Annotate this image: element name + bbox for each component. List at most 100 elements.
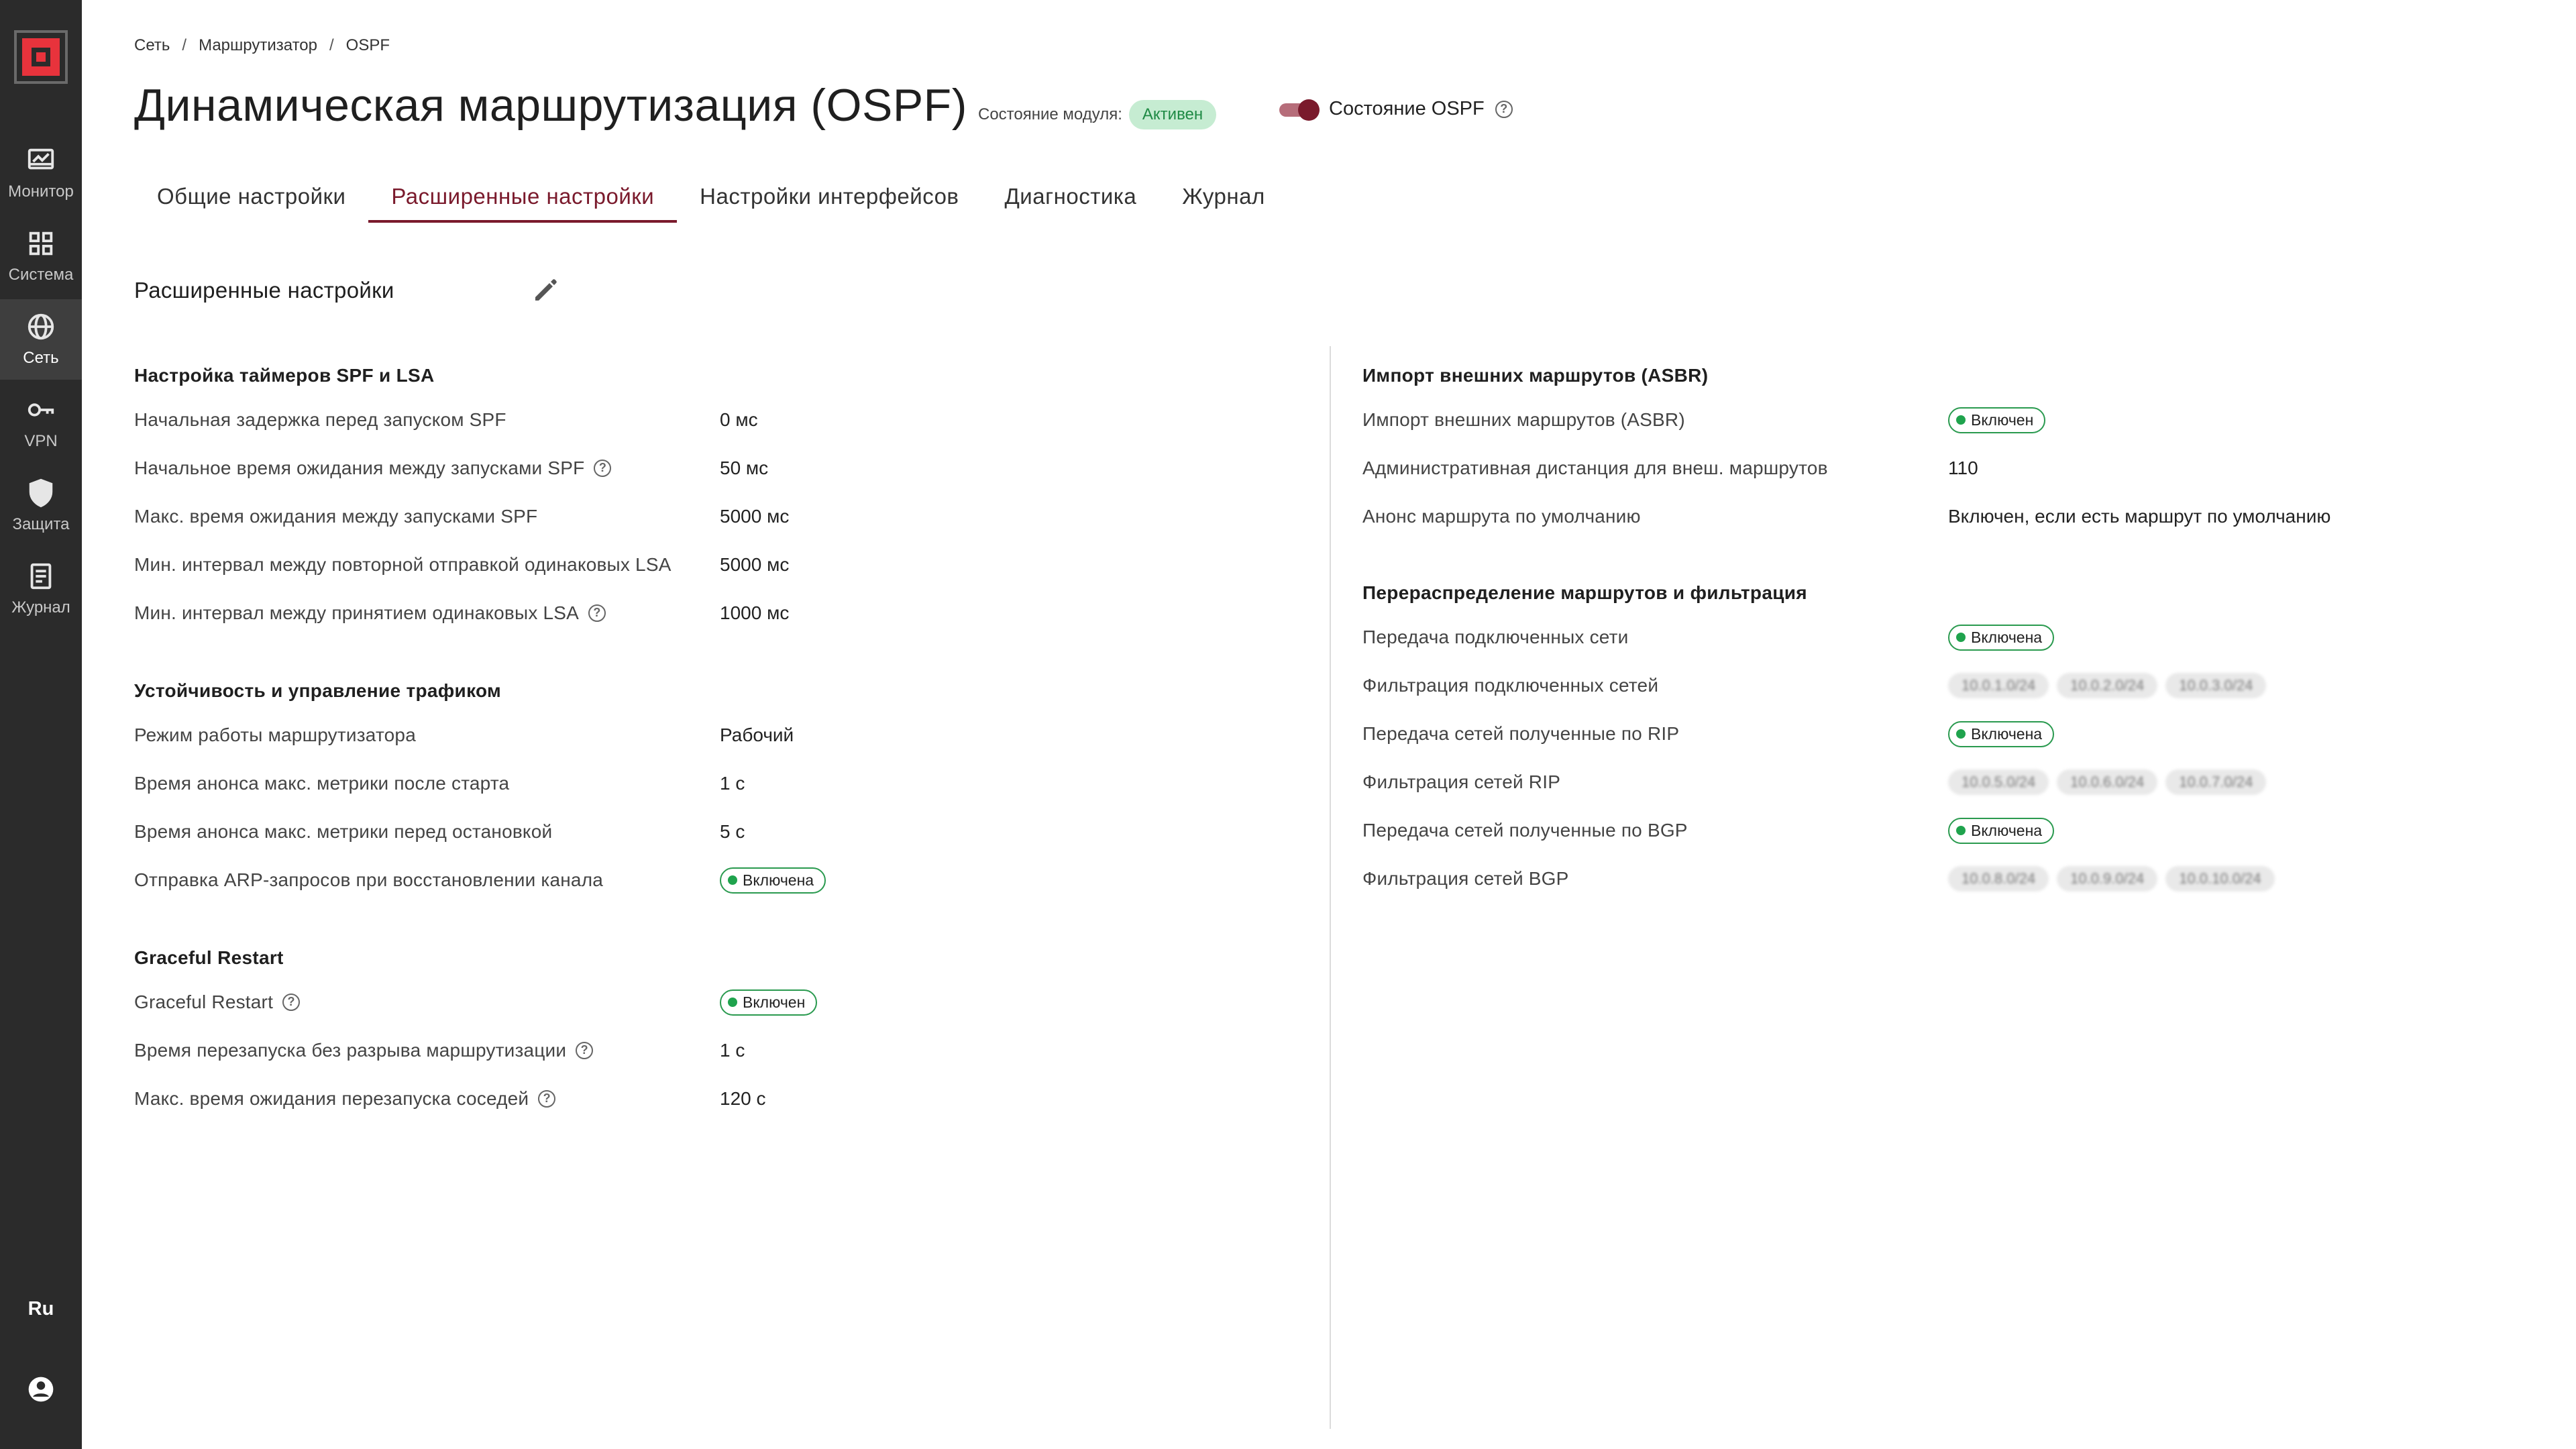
- user-icon: [28, 1377, 54, 1402]
- right-column: Импорт внешних маршрутов (ASBR) Импорт в…: [1362, 356, 2503, 903]
- status-dot-icon: [1956, 729, 1966, 739]
- theme-toggle-button[interactable]: [0, 1233, 82, 1267]
- sidebar-item-journal[interactable]: Журнал: [0, 549, 82, 629]
- status-badge: Активен: [1128, 100, 1217, 129]
- breadcrumb: Сеть / Маршрутизатор / OSPF: [134, 36, 390, 55]
- language-switch[interactable]: Ru: [0, 1295, 82, 1323]
- group-title-redistribution: Перераспределение маршрутов и фильтрация: [1362, 582, 1807, 603]
- setting-row: Макс. время ожидания перезапуска соседей…: [134, 1075, 1375, 1123]
- group-title-timers: Настройка таймеров SPF и LSA: [134, 365, 435, 386]
- setting-row: Передача сетей полученные по BGP Включен…: [1362, 806, 2503, 855]
- logo-icon[interactable]: [14, 30, 68, 84]
- status-badge: Включена: [720, 867, 826, 894]
- tab-general[interactable]: Общие настройки: [134, 174, 368, 223]
- setting-row: Время анонса макс. метрики перед останов…: [134, 808, 1375, 856]
- setting-label: Режим работы маршрутизатора: [134, 724, 416, 745]
- status-badge: Включен: [1948, 407, 2046, 433]
- network-chip: 10.0.5.0/24: [1948, 769, 2049, 795]
- setting-row: Мин. интервал между повторной отправкой …: [134, 541, 1375, 589]
- setting-row: Фильтрация сетей RIP 10.0.5.0/24 10.0.6.…: [1362, 758, 2503, 806]
- breadcrumb-current: OSPF: [345, 36, 390, 54]
- status-badge: Включена: [1948, 720, 2055, 747]
- monitor-icon: [28, 148, 54, 170]
- setting-label: Время перезапуска без разрыва маршрутиза…: [134, 1040, 720, 1061]
- sidebar-item-label: Журнал: [11, 598, 70, 616]
- network-chips: 10.0.1.0/24 10.0.2.0/24 10.0.3.0/24: [1948, 673, 2267, 698]
- breadcrumb-separator: /: [329, 36, 334, 54]
- setting-label: Фильтрация подключенных сетей: [1362, 675, 1659, 696]
- status-dot-icon: [1956, 633, 1966, 642]
- setting-label: Импорт внешних маршрутов (ASBR): [1362, 409, 1685, 430]
- setting-label: Мин. интервал между повторной отправкой …: [134, 554, 672, 575]
- shield-icon: [29, 478, 53, 508]
- setting-label: Время анонса макс. метрики после старта: [134, 773, 510, 794]
- user-account-button[interactable]: [0, 1373, 82, 1406]
- setting-row: Начальное время ожидания между запусками…: [134, 444, 1375, 492]
- setting-label: Фильтрация сетей RIP: [1362, 771, 1561, 792]
- sidebar: Монитор Система Сеть VPN Защита Журнал R…: [0, 0, 82, 1449]
- help-icon[interactable]: ?: [1495, 100, 1513, 118]
- sidebar-item-network[interactable]: Сеть: [0, 299, 82, 380]
- setting-row: Фильтрация подключенных сетей 10.0.1.0/2…: [1362, 661, 2503, 710]
- ospf-state-toggle[interactable]: Состояние OSPF ?: [1279, 98, 1513, 121]
- network-chip: 10.0.1.0/24: [1948, 673, 2049, 698]
- setting-value: 120 с: [720, 1088, 766, 1109]
- tab-diagnostics[interactable]: Диагностика: [981, 174, 1159, 223]
- ospf-state-label: Состояние OSPF: [1329, 98, 1485, 119]
- network-chip: 10.0.3.0/24: [2165, 673, 2267, 698]
- setting-row: Передача сетей полученные по RIP Включен…: [1362, 710, 2503, 758]
- status-badge: Включена: [1948, 624, 2055, 651]
- network-chips: 10.0.8.0/24 10.0.9.0/24 10.0.10.0/24: [1948, 866, 2275, 892]
- tab-interfaces[interactable]: Настройки интерфейсов: [677, 174, 981, 223]
- help-icon[interactable]: ?: [576, 1042, 594, 1059]
- breadcrumb-router[interactable]: Маршрутизатор: [199, 36, 317, 55]
- setting-row: Макс. время ожидания между запусками SPF…: [134, 492, 1375, 541]
- status-badge: Включен: [720, 989, 818, 1016]
- group-title-graceful: Graceful Restart: [134, 947, 284, 968]
- setting-label: Макс. время ожидания перезапуска соседей…: [134, 1088, 720, 1110]
- setting-label: Передача сетей полученные по BGP: [1362, 820, 1688, 841]
- tab-advanced[interactable]: Расширенные настройки: [368, 174, 677, 223]
- setting-value: 5000 мс: [720, 554, 790, 575]
- setting-value: 1000 мс: [720, 602, 790, 623]
- setting-value: 5 с: [720, 821, 745, 842]
- setting-value: 50 мс: [720, 458, 769, 478]
- sidebar-item-label: VPN: [24, 432, 58, 450]
- tab-bar: Общие настройки Расширенные настройки На…: [134, 174, 1288, 223]
- globe-icon: [28, 313, 54, 340]
- toggle-switch[interactable]: [1279, 99, 1320, 121]
- setting-value: 110: [1948, 458, 1978, 478]
- sidebar-item-monitor[interactable]: Монитор: [0, 133, 82, 213]
- sidebar-item-vpn[interactable]: VPN: [0, 382, 82, 463]
- module-status: Состояние модуля: Активен: [978, 100, 1217, 129]
- sidebar-item-security[interactable]: Защита: [0, 466, 82, 546]
- network-chip: 10.0.10.0/24: [2165, 866, 2275, 892]
- sidebar-item-system[interactable]: Система: [0, 216, 82, 297]
- help-icon[interactable]: ?: [282, 994, 301, 1011]
- setting-row: Режим работы маршрутизатора Рабочий: [134, 711, 1375, 759]
- setting-value: Включена: [1948, 720, 2055, 747]
- pencil-icon: [535, 279, 557, 301]
- help-icon[interactable]: ?: [588, 604, 606, 622]
- setting-value: Включена: [1948, 817, 2055, 844]
- setting-row: Передача подключенных сети Включена: [1362, 613, 2503, 661]
- journal-icon: [30, 563, 52, 590]
- setting-label: Фильтрация сетей BGP: [1362, 868, 1569, 889]
- setting-row: Импорт внешних маршрутов (ASBR) Включен: [1362, 396, 2503, 444]
- setting-label: Мин. интервал между принятием одинаковых…: [134, 602, 720, 624]
- key-icon: [28, 403, 54, 417]
- grid-icon: [29, 231, 53, 256]
- tab-journal[interactable]: Журнал: [1159, 174, 1287, 223]
- help-icon[interactable]: ?: [594, 460, 612, 477]
- edit-button[interactable]: [530, 274, 562, 306]
- help-icon[interactable]: ?: [538, 1090, 556, 1108]
- setting-value: 5000 мс: [720, 506, 790, 527]
- moon-icon: [43, 1238, 54, 1261]
- breadcrumb-network[interactable]: Сеть: [134, 36, 170, 55]
- network-chips: 10.0.5.0/24 10.0.6.0/24 10.0.7.0/24: [1948, 769, 2267, 795]
- main-content: Сеть / Маршрутизатор / OSPF Динамическая…: [82, 0, 2576, 1449]
- setting-value: Включен: [1948, 407, 2046, 433]
- sidebar-item-label: Сеть: [23, 349, 59, 367]
- sidebar-item-label: Система: [8, 266, 74, 284]
- setting-value: Включен, если есть маршрут по умолчанию: [1948, 506, 2331, 527]
